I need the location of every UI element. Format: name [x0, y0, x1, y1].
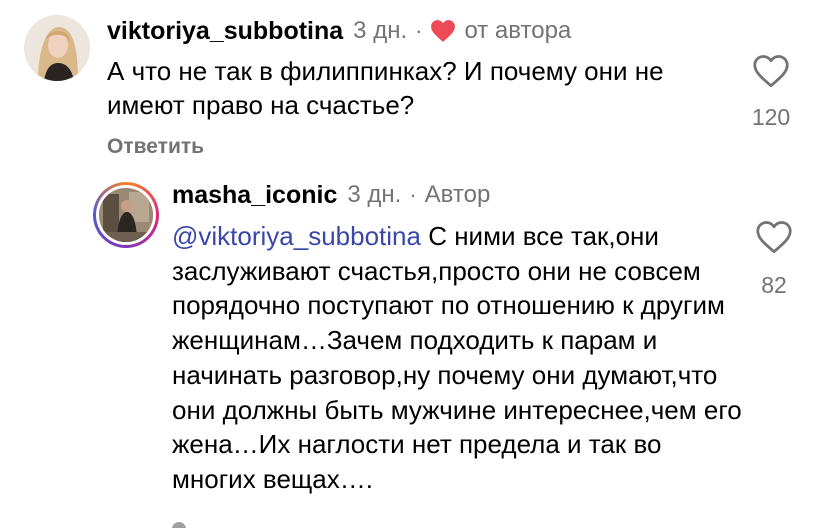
reply-button[interactable]: Ответить	[107, 135, 204, 159]
like-count[interactable]: 120	[742, 104, 800, 131]
comment-text: А что не так в филиппинках? И почему они…	[107, 56, 664, 120]
author-badge: Автор	[424, 181, 491, 208]
comment-body: С ними все так,они заслуживают счастья,п…	[172, 221, 742, 494]
like-button[interactable]	[752, 54, 790, 88]
timestamp: 3 дн.	[347, 181, 402, 208]
comments-thread: viktoriya_subbotina 3 дн. · от автора А …	[0, 0, 828, 528]
comment-text: @viktoriya_subbotina С ними все так,они …	[172, 219, 742, 497]
mention-link[interactable]: @viktoriya_subbotina	[172, 221, 421, 251]
avatar-photo	[24, 15, 90, 81]
avatar-photo	[99, 188, 153, 242]
separator: ·	[409, 182, 417, 207]
heart-outline-icon	[753, 55, 789, 88]
like-count[interactable]: 82	[745, 272, 803, 299]
timestamp: 3 дн.	[353, 17, 408, 44]
liked-by-author-label: от автора	[464, 17, 572, 44]
username[interactable]: viktoriya_subbotina	[107, 17, 343, 46]
next-comment-avatar	[172, 522, 186, 528]
like-button[interactable]	[755, 220, 793, 254]
avatar-story-ring[interactable]	[93, 182, 159, 248]
username[interactable]: masha_iconic	[172, 181, 337, 210]
separator: ·	[415, 18, 423, 43]
heart-filled-icon	[430, 19, 456, 43]
heart-outline-icon	[756, 221, 792, 254]
comment-meta: viktoriya_subbotina 3 дн. · от автора	[107, 14, 571, 48]
comment-meta: masha_iconic 3 дн. · Автор	[172, 178, 490, 212]
avatar[interactable]	[24, 15, 90, 81]
